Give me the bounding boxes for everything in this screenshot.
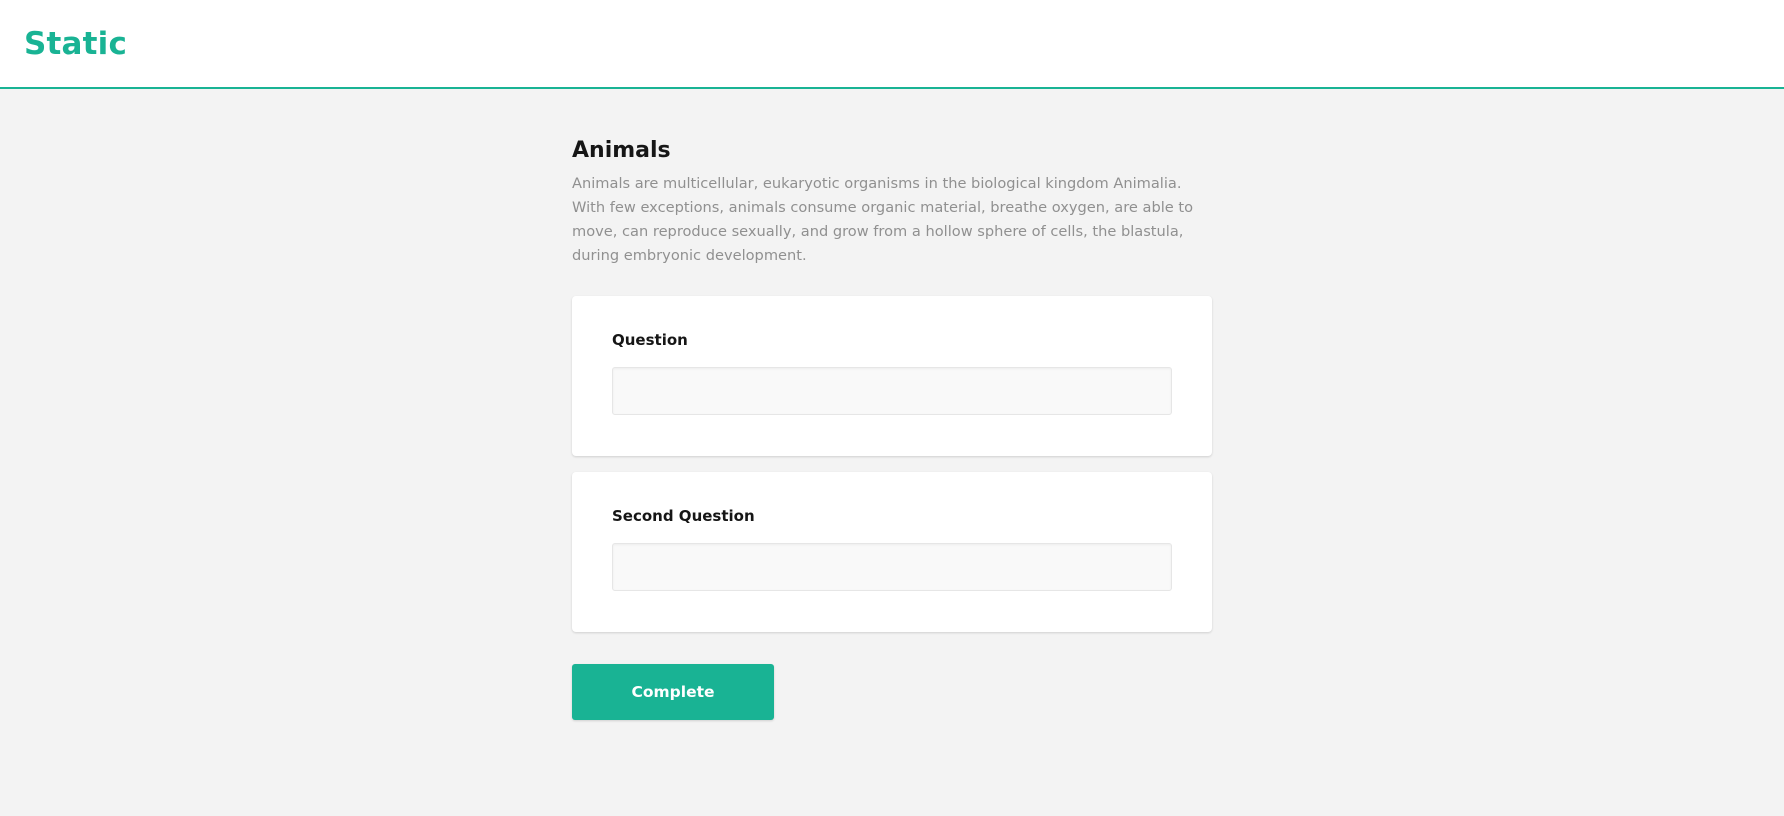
question-label-2: Second Question [612,507,755,525]
question-input-1[interactable] [612,367,1172,415]
complete-button[interactable]: Complete [572,664,774,720]
question-input-2[interactable] [612,543,1172,591]
app-header: Static [0,0,1784,89]
brand-title: Static [24,26,128,62]
survey-description: Animals are multicellular, eukaryotic or… [572,175,1194,264]
question-label-1: Question [612,331,688,349]
question-panel-2: Second Question [572,472,1212,632]
question-panel-1: Question [572,296,1212,456]
survey-title: Animals [572,138,671,163]
